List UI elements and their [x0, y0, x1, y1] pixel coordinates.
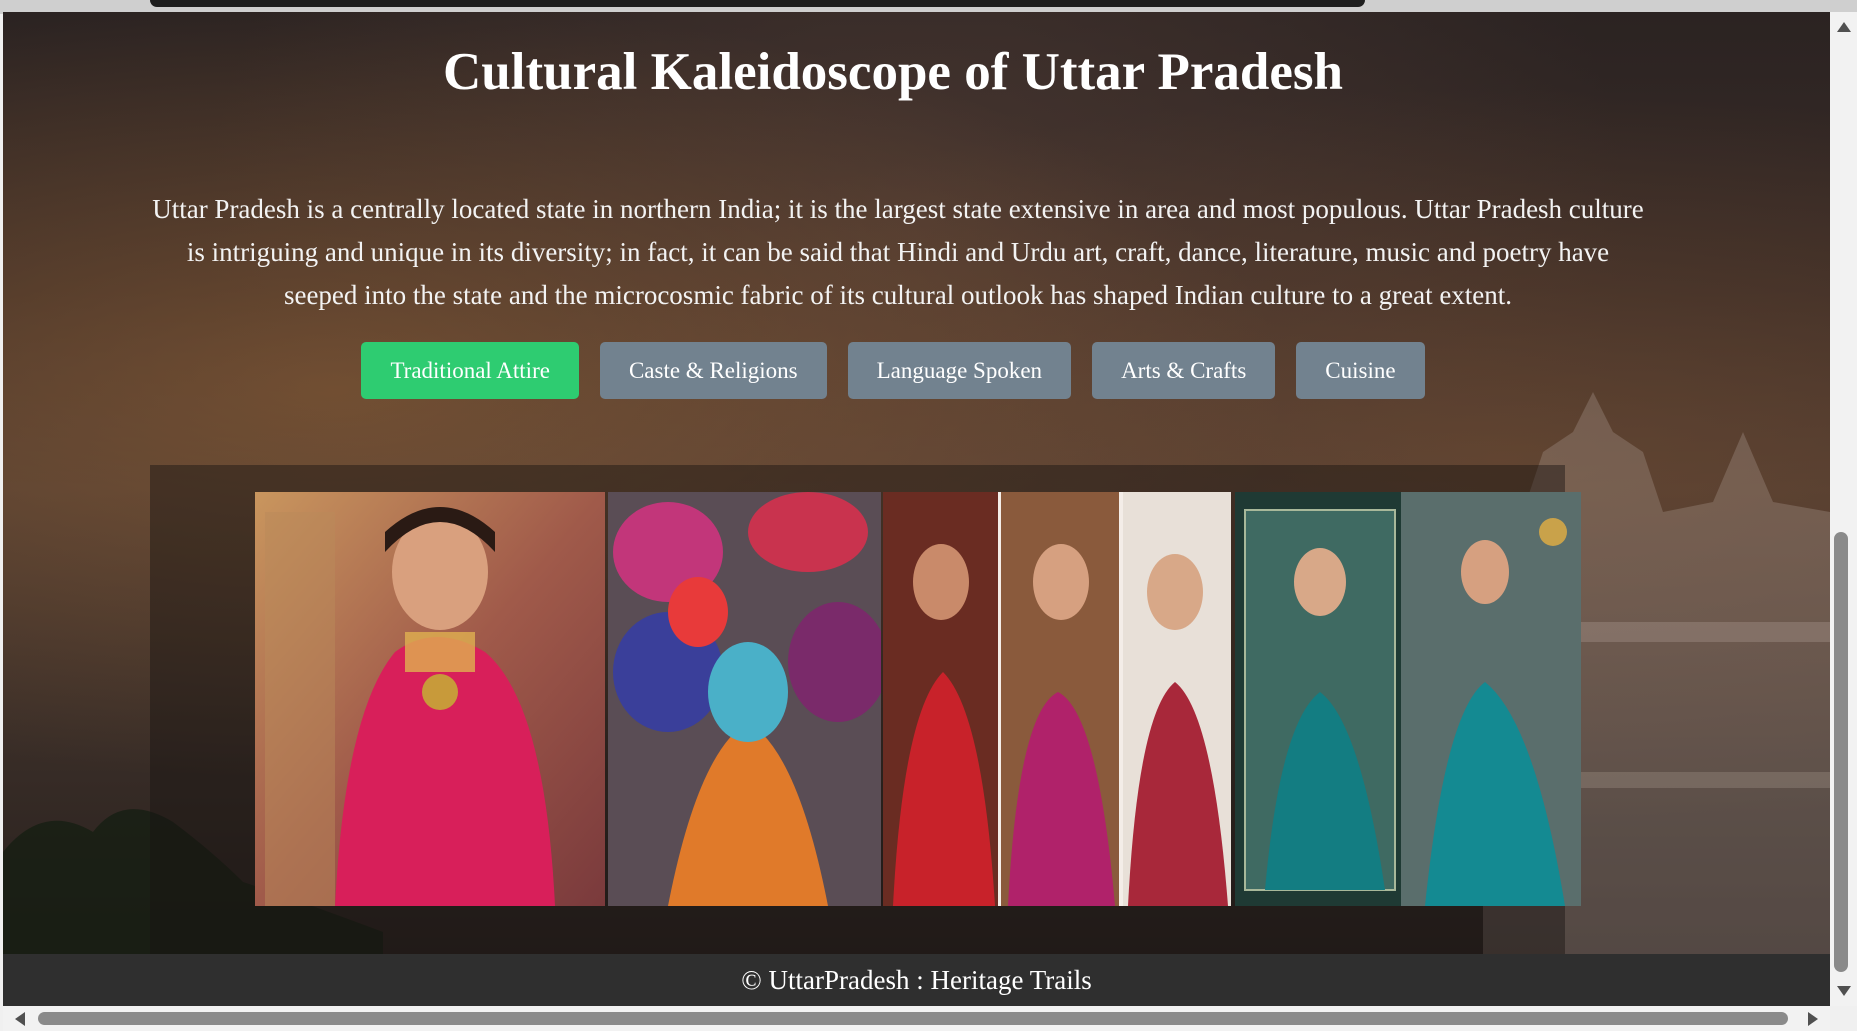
tab-language-spoken[interactable]: Language Spoken [847, 342, 1072, 399]
browser-address-bar-edge [150, 0, 1365, 7]
bride-red-saree-photo [255, 492, 605, 906]
intro-paragraph: Uttar Pradesh is a centrally located sta… [152, 194, 1644, 310]
scroll-down-arrow-icon[interactable] [1837, 986, 1851, 996]
scroll-up-arrow-icon[interactable] [1837, 22, 1851, 32]
page-viewport: Cultural Kaleidoscope of Uttar Pradesh U… [3, 12, 1830, 1006]
page-footer: © UttarPradesh : Heritage Trails [3, 954, 1830, 1006]
horizontal-scroll-thumb[interactable] [38, 1012, 1788, 1025]
dancers-ghagra-photo [608, 492, 881, 906]
red-saree-collage-photo [883, 492, 1231, 906]
scroll-right-arrow-icon[interactable] [1808, 1012, 1818, 1026]
scroll-left-arrow-icon[interactable] [15, 1012, 25, 1026]
category-tabs: Traditional Attire Caste & Religions Lan… [3, 342, 1783, 399]
tab-cuisine[interactable]: Cuisine [1296, 342, 1425, 399]
footer-text: © UttarPradesh : Heritage Trails [741, 965, 1092, 995]
tab-traditional-attire[interactable]: Traditional Attire [361, 342, 579, 399]
horizontal-scrollbar[interactable] [3, 1006, 1830, 1031]
teal-saree-photo [1235, 492, 1581, 906]
vertical-scroll-thumb[interactable] [1834, 532, 1848, 972]
page-title: Cultural Kaleidoscope of Uttar Pradesh [443, 43, 1343, 101]
tab-arts-crafts[interactable]: Arts & Crafts [1092, 342, 1276, 399]
vertical-scrollbar[interactable] [1830, 12, 1857, 1006]
tab-caste-religions[interactable]: Caste & Religions [599, 342, 827, 399]
